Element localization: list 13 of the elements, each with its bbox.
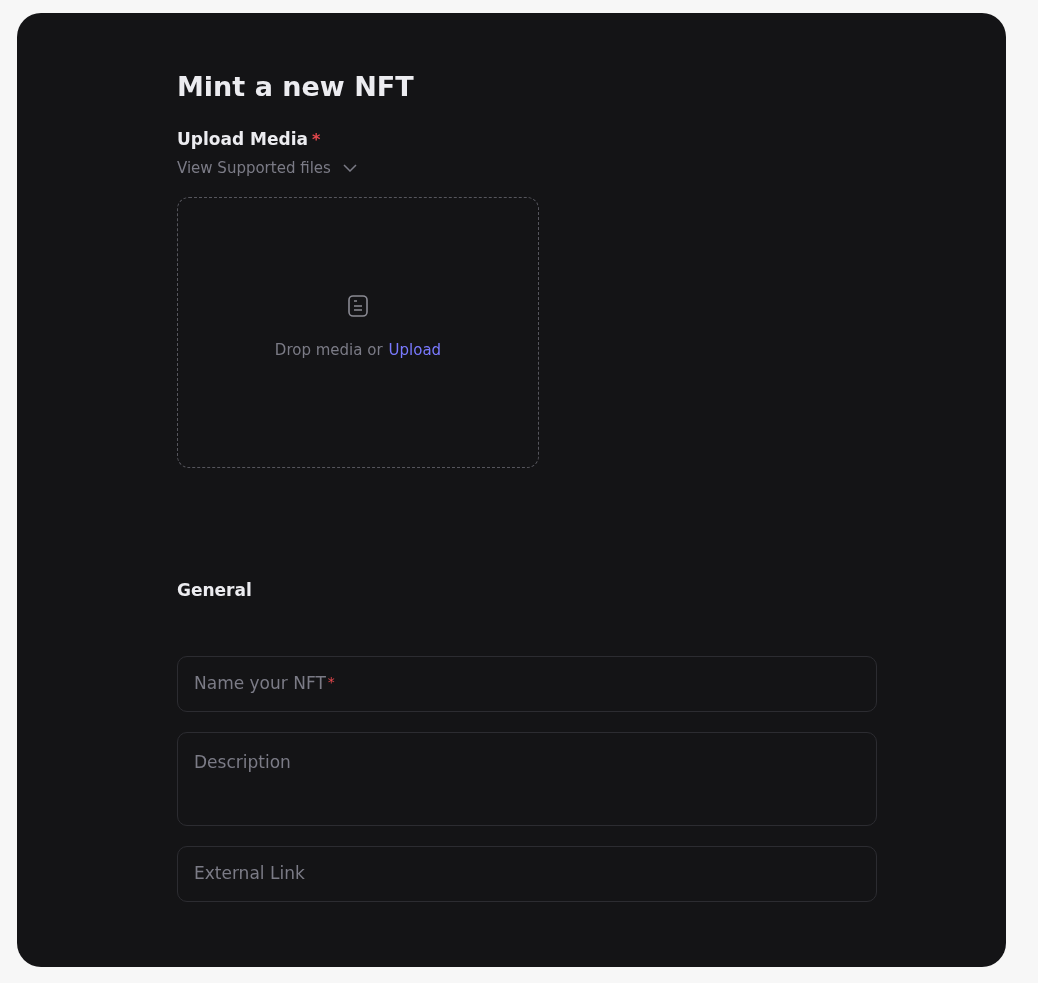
description-field[interactable]: Description — [177, 731, 877, 826]
drop-hint: Drop media or — [274, 340, 383, 362]
required-mark: * — [311, 128, 321, 151]
page-title: Mint a new NFT — [177, 70, 414, 104]
section-heading: General — [177, 579, 252, 602]
chevron-icon — [342, 163, 357, 172]
supported-files-toggle[interactable]: View Supported files — [177, 156, 357, 179]
input-field[interactable]: External Link — [177, 845, 877, 902]
upload-link[interactable]: Upload — [388, 339, 442, 362]
drop-zone[interactable]: Drop media or Upload — [177, 197, 539, 468]
upload-label: Upload Media — [177, 128, 308, 151]
document-icon — [348, 295, 368, 318]
input-field[interactable]: Name your NFT* — [177, 655, 877, 712]
